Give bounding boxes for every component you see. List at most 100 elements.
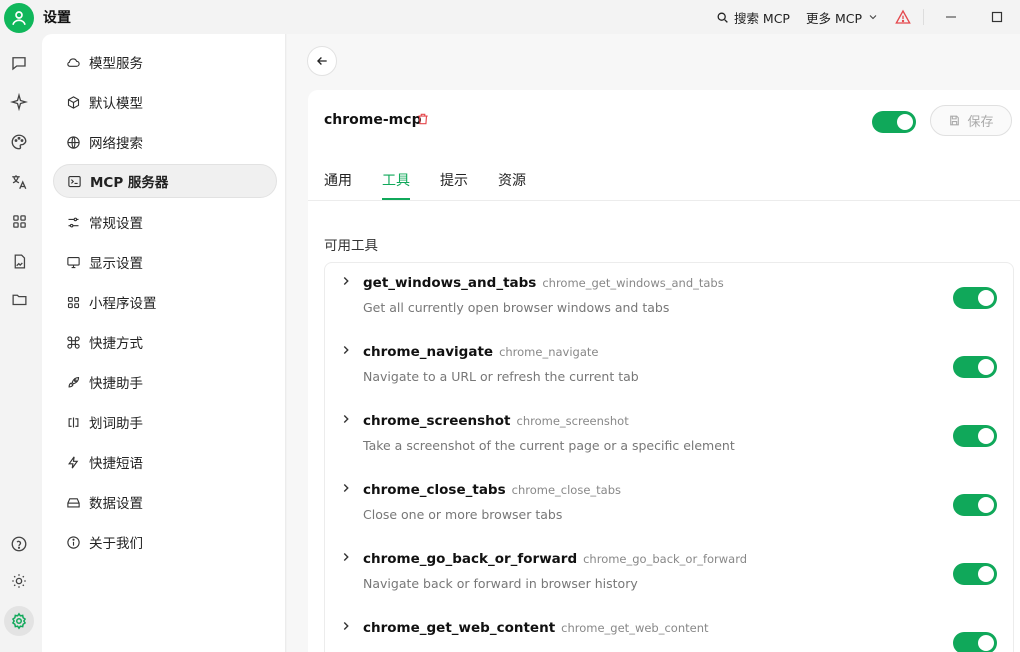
- translate-nav-button[interactable]: [8, 171, 30, 193]
- cube-icon: [65, 94, 81, 110]
- server-enable-toggle[interactable]: [872, 111, 916, 133]
- command-icon: [65, 334, 81, 350]
- chevron-right-icon[interactable]: [339, 412, 353, 426]
- tool-enable-toggle[interactable]: [953, 494, 997, 516]
- menu-item-label: 快捷短语: [89, 456, 143, 472]
- tool-enable-toggle[interactable]: [953, 563, 997, 585]
- toggle-knob: [897, 114, 913, 130]
- warning-button[interactable]: [887, 0, 919, 34]
- tab-resources[interactable]: 资源: [498, 170, 526, 200]
- tool-id: chrome_close_tabs: [511, 483, 622, 497]
- menu-item-about[interactable]: 关于我们: [53, 525, 277, 559]
- chat-nav-button[interactable]: [8, 52, 30, 74]
- save-button[interactable]: 保存: [930, 105, 1012, 136]
- tool-enable-toggle[interactable]: [953, 425, 997, 447]
- tab-prompts[interactable]: 提示: [440, 170, 468, 200]
- apps-nav-button[interactable]: [8, 210, 30, 232]
- arrow-left-icon: [317, 57, 327, 65]
- minimize-button[interactable]: [928, 0, 974, 34]
- terminal-icon: [66, 173, 82, 189]
- menu-item-label: 模型服务: [89, 56, 143, 72]
- files-nav-button[interactable]: [8, 250, 30, 272]
- toggle-knob: [978, 290, 994, 306]
- tool-name: chrome_go_back_or_forward chrome_go_back_…: [363, 551, 748, 567]
- search-mcp-button[interactable]: 搜索 MCP: [708, 0, 798, 34]
- menu-item-data-settings[interactable]: 数据设置: [53, 485, 277, 519]
- tool-description: Get all currently open browser windows a…: [363, 300, 670, 315]
- info-icon: [65, 534, 81, 550]
- tool-row[interactable]: chrome_go_back_or_forward chrome_go_back_…: [325, 539, 1013, 608]
- toggle-knob: [978, 566, 994, 582]
- server-detail-card: chrome-mcp 保存 通用 工具 提示 资源 可用工具 get_windo…: [308, 90, 1020, 652]
- tab-tools[interactable]: 工具: [382, 170, 410, 200]
- menu-item-default-model[interactable]: 默认模型: [53, 85, 277, 119]
- menu-item-general-settings[interactable]: 常规设置: [53, 205, 277, 239]
- user-avatar[interactable]: [4, 3, 34, 33]
- tool-id: chrome_screenshot: [516, 414, 629, 428]
- delete-server-button[interactable]: [416, 112, 430, 130]
- menu-item-shortcuts[interactable]: 快捷方式: [53, 325, 277, 359]
- tool-row[interactable]: chrome_get_web_content chrome_get_web_con…: [325, 608, 1013, 652]
- menu-item-miniapp-settings[interactable]: 小程序设置: [53, 285, 277, 319]
- help-nav-button[interactable]: [8, 533, 30, 555]
- divider: [308, 200, 1020, 201]
- chevron-right-icon[interactable]: [339, 550, 353, 564]
- menu-item-selection-assistant[interactable]: 划词助手: [53, 405, 277, 439]
- menu-item-quick-phrases[interactable]: 快捷短语: [53, 445, 277, 479]
- user-icon: [12, 11, 26, 26]
- chevron-right-icon[interactable]: [339, 274, 353, 288]
- menu-item-quick-assistant[interactable]: 快捷助手: [53, 365, 277, 399]
- menu-item-label: 常规设置: [89, 216, 143, 232]
- divider: [923, 9, 924, 25]
- theme-nav-button[interactable]: [8, 570, 30, 592]
- menu-item-model-service[interactable]: 模型服务: [53, 45, 277, 79]
- menu-item-label: 快捷助手: [89, 376, 143, 392]
- assistant-nav-button[interactable]: [8, 91, 30, 113]
- settings-nav-button[interactable]: [4, 606, 34, 636]
- tab-general[interactable]: 通用: [324, 170, 352, 200]
- icon-rail: [0, 34, 38, 652]
- toggle-knob: [978, 497, 994, 513]
- save-icon: [950, 115, 960, 126]
- minimize-icon: [946, 16, 956, 18]
- more-mcp-button[interactable]: 更多 MCP: [798, 0, 887, 34]
- tool-enable-toggle[interactable]: [953, 287, 997, 309]
- back-button[interactable]: [307, 46, 337, 76]
- sparkle-icon: [10, 93, 28, 111]
- window-title: 设置: [43, 10, 71, 26]
- menu-item-label: 快捷方式: [89, 336, 143, 352]
- maximize-button[interactable]: [974, 0, 1020, 34]
- tool-row[interactable]: chrome_screenshot chrome_screenshot Take …: [325, 401, 1013, 470]
- menu-item-web-search[interactable]: 网络搜索: [53, 125, 277, 159]
- tool-row[interactable]: chrome_navigate chrome_navigate Navigate …: [325, 332, 1013, 401]
- grid-icon: [65, 294, 81, 310]
- chevron-down-icon: [869, 15, 877, 20]
- file-image-icon: [14, 253, 25, 269]
- menu-item-display-settings[interactable]: 显示设置: [53, 245, 277, 279]
- chevron-right-icon[interactable]: [339, 481, 353, 495]
- menu-item-mcp-servers[interactable]: MCP 服务器: [53, 164, 277, 198]
- tool-row[interactable]: get_windows_and_tabs chrome_get_windows_a…: [325, 263, 1013, 332]
- sun-icon: [12, 574, 26, 588]
- chevron-right-icon[interactable]: [339, 343, 353, 357]
- tool-name: chrome_close_tabs chrome_close_tabs: [363, 482, 622, 498]
- trash-icon: [418, 113, 428, 125]
- folder-nav-button[interactable]: [8, 288, 30, 310]
- paint-nav-button[interactable]: [8, 131, 30, 153]
- maximize-icon: [991, 11, 1003, 23]
- folder-icon: [11, 294, 27, 305]
- tool-description: Navigate back or forward in browser hist…: [363, 576, 638, 591]
- cloud-icon: [65, 54, 81, 70]
- tool-enable-toggle[interactable]: [953, 632, 997, 652]
- title-bar: 设置 搜索 MCP 更多 MCP: [0, 0, 1020, 34]
- server-name: chrome-mcp: [324, 112, 422, 128]
- section-title: 可用工具: [324, 238, 378, 254]
- chevron-right-icon[interactable]: [339, 619, 353, 633]
- tool-enable-toggle[interactable]: [953, 356, 997, 378]
- menu-item-label: 小程序设置: [89, 296, 157, 312]
- sliders-icon: [65, 214, 81, 230]
- tool-row[interactable]: chrome_close_tabs chrome_close_tabs Close…: [325, 470, 1013, 539]
- tool-id: chrome_navigate: [499, 345, 599, 359]
- menu-item-label: 数据设置: [89, 496, 143, 512]
- translate-icon: [12, 175, 27, 190]
